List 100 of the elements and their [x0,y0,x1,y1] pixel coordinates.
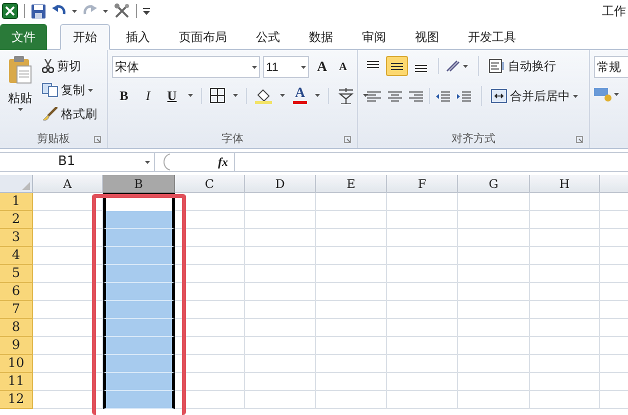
grid-cell[interactable] [175,265,245,283]
italic-button[interactable]: I [140,86,156,106]
row-header[interactable]: 3 [0,229,33,247]
undo-icon[interactable] [52,5,66,17]
grid-cell[interactable] [458,391,530,409]
customize-icon[interactable] [143,8,150,14]
ribbon-tab[interactable]: 数据 [296,24,346,50]
grid-cell[interactable] [175,301,245,319]
row-header[interactable]: 1 [0,193,33,211]
wrap-text-button[interactable]: 自动换行 [489,56,556,76]
caret-icon[interactable] [363,94,368,98]
caret-icon[interactable] [252,66,257,68]
row-header[interactable]: 10 [0,355,33,373]
grid-cell[interactable] [387,301,458,319]
grid-cell[interactable] [245,319,316,337]
grid-cell[interactable] [387,391,458,409]
select-all-icon[interactable] [22,182,30,190]
redo-icon[interactable] [83,5,97,17]
caret-icon[interactable] [233,94,238,98]
grid-cell[interactable] [387,193,458,211]
column-header[interactable]: D [245,175,316,193]
dialog-launcher-icon[interactable] [344,136,351,143]
number-format-field[interactable]: 常规 [594,56,628,78]
grid-cell[interactable] [530,247,600,265]
grid-cell[interactable] [387,229,458,247]
caret-icon[interactable] [145,160,150,164]
ribbon-tab[interactable]: 插入 [113,24,163,50]
selected-cell[interactable] [103,373,175,391]
grow-font-button[interactable]: A [312,56,332,78]
font-name-field[interactable]: 宋体 [112,56,260,78]
caret-icon[interactable] [72,10,77,12]
caret-icon[interactable] [18,108,22,111]
grid-cell[interactable] [245,391,316,409]
column-header[interactable]: G [458,175,530,193]
align-center-icon[interactable] [387,90,403,102]
grid-cell[interactable] [530,391,600,409]
grid-cell[interactable] [316,391,387,409]
grid-cell[interactable] [458,319,530,337]
caret-icon[interactable] [315,94,320,98]
phonetic-icon[interactable] [337,88,355,104]
grid-cell[interactable] [316,247,387,265]
selected-cell[interactable] [103,265,175,283]
grid-cell[interactable] [458,373,530,391]
ribbon-tab[interactable]: 开始 [60,24,110,50]
row-header[interactable]: 4 [0,247,33,265]
caret-icon[interactable] [614,92,619,96]
align-left-icon[interactable] [366,90,382,102]
font-size-field[interactable]: 11 [263,56,309,78]
column-header[interactable]: E [316,175,387,193]
grid-cell[interactable] [530,265,600,283]
grid-cell[interactable] [458,355,530,373]
grid-cell[interactable] [175,319,245,337]
selected-cell[interactable] [103,319,175,337]
decrease-indent-icon[interactable] [435,90,451,102]
grid-cell[interactable] [458,265,530,283]
grid-cell[interactable] [245,229,316,247]
grid-cell[interactable] [245,247,316,265]
ribbon-tab[interactable]: 审阅 [349,24,399,50]
grid-cell[interactable] [245,193,316,211]
grid-cell[interactable] [316,193,387,211]
column-header[interactable]: F [387,175,458,193]
grid-cell[interactable] [316,283,387,301]
selected-cell[interactable] [103,283,175,301]
caret-icon[interactable] [280,94,285,98]
underline-button[interactable]: U [164,86,180,106]
column-header[interactable]: C [175,175,245,193]
tools-icon[interactable] [114,3,130,19]
grid-cell[interactable] [175,283,245,301]
caret-icon[interactable] [463,64,468,68]
grid-cell[interactable] [175,193,245,211]
grid-cell[interactable] [387,247,458,265]
caret-icon[interactable] [88,88,93,92]
grid-cell[interactable] [175,211,245,229]
grid-cell[interactable] [245,301,316,319]
selected-cell[interactable] [103,355,175,373]
orientation-icon[interactable] [445,59,461,73]
grid-cell[interactable] [458,193,530,211]
caret-icon[interactable] [301,66,306,68]
grid-cell[interactable] [387,319,458,337]
grid-cell[interactable] [387,337,458,355]
grid-cell[interactable] [316,319,387,337]
grid-cell[interactable] [530,337,600,355]
selected-cell[interactable] [103,229,175,247]
grid-cell[interactable] [387,211,458,229]
grid-cell[interactable] [316,301,387,319]
row-header[interactable]: 2 [0,211,33,229]
file-tab[interactable]: 文件 [0,24,47,50]
grid-cell[interactable] [387,355,458,373]
grid-cell[interactable] [245,337,316,355]
grid-cell[interactable] [316,229,387,247]
grid-cell[interactable] [175,391,245,409]
font-color-button[interactable]: A [293,87,307,104]
increase-indent-icon[interactable] [456,90,472,102]
cut-button[interactable]: 剪切 [42,56,97,76]
selected-cell[interactable] [103,301,175,319]
row-header[interactable]: 9 [0,337,33,355]
grid-cell[interactable] [458,229,530,247]
grid-cell[interactable] [458,211,530,229]
grid-cell[interactable] [458,337,530,355]
grid-cell[interactable] [530,211,600,229]
